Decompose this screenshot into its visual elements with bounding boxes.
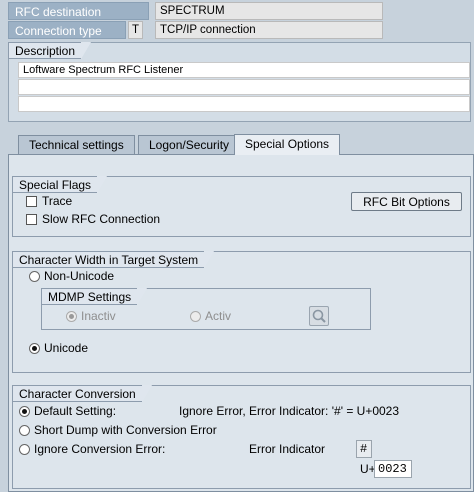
description-line-2[interactable]: [18, 79, 470, 95]
unicode-radio[interactable]: [29, 343, 40, 354]
special-flags-group: Special Flags Trace Slow RFC Connection …: [12, 176, 471, 237]
activ-label: Activ: [205, 309, 232, 323]
ignore-error-radio[interactable]: [19, 444, 30, 455]
description-line-1[interactable]: Loftware Spectrum RFC Listener: [18, 62, 470, 78]
short-dump-label: Short Dump with Conversion Error: [34, 423, 217, 437]
special-options-panel: Special Flags Trace Slow RFC Connection …: [8, 154, 474, 492]
activ-radio[interactable]: [190, 311, 201, 322]
description-line-3[interactable]: [18, 96, 470, 112]
rfc-destination-field[interactable]: SPECTRUM: [155, 2, 383, 20]
default-setting-label: Default Setting:: [34, 404, 117, 418]
connection-type-label: Connection type: [8, 21, 126, 39]
description-title: Description: [8, 42, 92, 59]
uplus-code-field[interactable]: 0023: [374, 460, 412, 478]
default-setting-radio[interactable]: [19, 406, 30, 417]
trace-checkbox[interactable]: [26, 196, 37, 207]
error-indicator-label: Error Indicator: [249, 442, 326, 456]
connection-type-code-field[interactable]: T: [128, 21, 143, 39]
non-unicode-label: Non-Unicode: [44, 269, 115, 283]
mdmp-settings-group: MDMP Settings Inactiv Activ: [41, 288, 371, 330]
rfc-bit-options-button[interactable]: RFC Bit Options: [351, 192, 462, 211]
short-dump-radio[interactable]: [19, 425, 30, 436]
character-conversion-group: Character Conversion Default Setting: Ig…: [12, 385, 471, 489]
ignore-error-label: Ignore Conversion Error:: [34, 442, 166, 456]
connection-type-field[interactable]: TCP/IP connection: [155, 21, 383, 39]
default-setting-description: Ignore Error, Error Indicator: '#' = U+0…: [179, 404, 400, 418]
character-width-group: Character Width in Target System Non-Uni…: [12, 251, 471, 373]
inactiv-label: Inactiv: [81, 309, 116, 323]
tab-special-options[interactable]: Special Options: [234, 134, 341, 155]
magnifier-icon: [312, 309, 326, 323]
inactiv-radio[interactable]: [66, 311, 77, 322]
trace-label: Trace: [42, 194, 73, 208]
rfc-destination-label: RFC destination: [8, 2, 149, 20]
character-conversion-title: Character Conversion: [12, 385, 152, 402]
slow-rfc-checkbox[interactable]: [26, 214, 37, 225]
mdmp-details-button[interactable]: [309, 306, 329, 326]
character-width-title: Character Width in Target System: [12, 251, 215, 268]
description-panel: Description Loftware Spectrum RFC Listen…: [8, 42, 471, 122]
tab-logon-security[interactable]: Logon/Security: [138, 135, 241, 154]
non-unicode-radio[interactable]: [29, 271, 40, 282]
special-flags-title: Special Flags: [12, 176, 108, 193]
mdmp-settings-title: MDMP Settings: [41, 288, 148, 305]
error-indicator-field[interactable]: #: [356, 440, 372, 458]
unicode-label: Unicode: [44, 341, 89, 355]
tab-technical-settings[interactable]: Technical settings: [18, 135, 135, 154]
slow-rfc-label: Slow RFC Connection: [42, 212, 161, 226]
